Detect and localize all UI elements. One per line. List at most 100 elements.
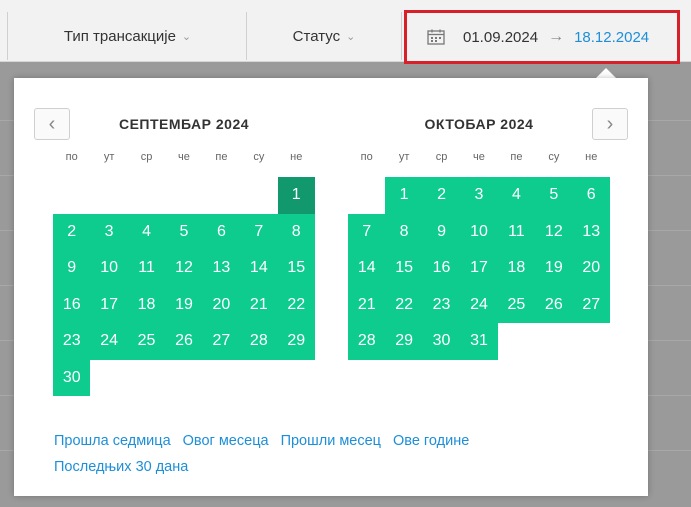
- weekday-label: ут: [398, 151, 410, 163]
- day-cell[interactable]: 11: [127, 250, 166, 287]
- popup-caret: [596, 68, 616, 78]
- weekday-label: по: [65, 151, 78, 163]
- day-cell[interactable]: 30: [422, 323, 461, 360]
- calendar-icon: [427, 29, 445, 45]
- day-cell[interactable]: 9: [422, 213, 461, 250]
- day-cell[interactable]: 3: [460, 177, 498, 214]
- day-cell[interactable]: 25: [497, 286, 536, 323]
- empty-day-cell: [165, 177, 202, 214]
- day-cell[interactable]: 12: [535, 213, 573, 250]
- day-cell[interactable]: 23: [53, 323, 91, 360]
- day-cell[interactable]: 16: [422, 250, 461, 287]
- day-cell[interactable]: 5: [165, 213, 203, 250]
- day-cell[interactable]: 25: [127, 323, 166, 360]
- day-cell[interactable]: 12: [165, 250, 203, 287]
- day-cell[interactable]: 22: [385, 286, 423, 323]
- date-range-picker[interactable]: 01.09.2024 → 18.12.2024: [404, 10, 680, 64]
- day-cell[interactable]: 27: [572, 286, 610, 323]
- empty-day-cell: [203, 177, 240, 214]
- day-cell[interactable]: 28: [240, 323, 278, 360]
- status-label: Статус: [292, 27, 341, 45]
- preset-link[interactable]: Последњих 30 дана: [54, 459, 188, 475]
- day-cell[interactable]: 31: [460, 323, 498, 360]
- day-cell[interactable]: 24: [460, 286, 498, 323]
- day-cell[interactable]: 20: [572, 250, 610, 287]
- day-cell[interactable]: 13: [202, 250, 241, 287]
- day-cell[interactable]: 29: [385, 323, 423, 360]
- weekday-label: су: [548, 151, 560, 163]
- day-cell[interactable]: 9: [53, 250, 91, 287]
- day-cell[interactable]: 18: [127, 286, 166, 323]
- day-cell[interactable]: 6: [202, 213, 241, 250]
- preset-link[interactable]: Овог месеца: [183, 433, 269, 449]
- weekday-label: пе: [510, 151, 523, 163]
- day-cell[interactable]: 21: [240, 286, 278, 323]
- day-cell[interactable]: 28: [348, 323, 386, 360]
- weekday-header: по ут ср че пе су не: [348, 151, 610, 163]
- empty-day-cell: [348, 177, 385, 214]
- transaction-type-label: Тип трансакције: [63, 27, 176, 45]
- day-cell[interactable]: 4: [497, 177, 536, 214]
- day-cell[interactable]: 7: [240, 213, 278, 250]
- date-range-start[interactable]: 01.09.2024: [463, 29, 538, 46]
- day-grid: 1 2 3 4 5 6 7 8 9 10 11 12 13 14 15 16 17 18 19 20 21 22 23 24 2…: [348, 177, 610, 360]
- day-cell[interactable]: 5: [535, 177, 573, 214]
- chevron-down-icon: ⌄: [346, 30, 356, 43]
- day-cell[interactable]: 24: [90, 323, 128, 360]
- day-cell[interactable]: 26: [535, 286, 573, 323]
- day-cell[interactable]: 21: [348, 286, 386, 323]
- weekday-label: не: [585, 151, 598, 163]
- day-cell[interactable]: 17: [90, 286, 128, 323]
- day-cell[interactable]: 2: [53, 213, 91, 250]
- weekday-label: по: [360, 151, 373, 163]
- day-cell[interactable]: 20: [202, 286, 241, 323]
- day-cell[interactable]: 4: [127, 213, 166, 250]
- weekday-label: че: [473, 151, 485, 163]
- weekday-label: пе: [215, 151, 228, 163]
- day-cell[interactable]: 18: [497, 250, 536, 287]
- day-cell[interactable]: 7: [348, 213, 386, 250]
- weekday-label: че: [178, 151, 190, 163]
- day-cell[interactable]: 14: [348, 250, 386, 287]
- day-cell[interactable]: 15: [277, 250, 315, 287]
- range-start-day[interactable]: 1: [277, 177, 315, 214]
- preset-link[interactable]: Прошла седмица: [54, 433, 171, 449]
- day-cell[interactable]: 22: [277, 286, 315, 323]
- arrow-right-icon: →: [548, 28, 565, 45]
- day-cell[interactable]: 17: [460, 250, 498, 287]
- day-cell[interactable]: 10: [460, 213, 498, 250]
- day-cell[interactable]: 19: [165, 286, 203, 323]
- preset-link[interactable]: Ове године: [393, 433, 469, 449]
- filter-bar: Тип трансакције ⌄ Статус ⌄ 01.09.2024 → …: [0, 0, 691, 64]
- weekday-header: по ут ср че пе су не: [53, 151, 315, 163]
- weekday-label: ср: [140, 151, 153, 163]
- day-cell[interactable]: 8: [385, 213, 423, 250]
- preset-ranges: Прошла седмица Овог месеца Прошли месец Ове…: [54, 428, 594, 480]
- day-cell[interactable]: 29: [277, 323, 315, 360]
- day-cell[interactable]: 1: [385, 177, 423, 214]
- day-cell[interactable]: 27: [202, 323, 241, 360]
- day-cell[interactable]: 13: [572, 213, 610, 250]
- day-cell[interactable]: 16: [53, 286, 91, 323]
- day-cell[interactable]: 11: [497, 213, 536, 250]
- day-cell[interactable]: 14: [240, 250, 278, 287]
- day-cell[interactable]: 2: [422, 177, 461, 214]
- preset-link[interactable]: Прошли месец: [281, 433, 381, 449]
- transaction-type-filter[interactable]: Тип трансакције ⌄: [9, 12, 247, 60]
- month-title: ОКТОБАР 2024: [424, 116, 534, 132]
- day-cell[interactable]: 30: [53, 359, 91, 396]
- weekday-label: ср: [435, 151, 448, 163]
- status-filter[interactable]: Статус ⌄: [247, 12, 402, 60]
- date-range-end[interactable]: 18.12.2024: [574, 29, 649, 46]
- day-cell[interactable]: 8: [277, 213, 315, 250]
- filter-bar-left-edge: [0, 12, 8, 60]
- day-cell[interactable]: 19: [535, 250, 573, 287]
- empty-day-cell: [90, 177, 127, 214]
- day-cell[interactable]: 10: [90, 250, 128, 287]
- day-cell[interactable]: 3: [90, 213, 128, 250]
- weekday-label: не: [290, 151, 303, 163]
- day-cell[interactable]: 15: [385, 250, 423, 287]
- day-cell[interactable]: 26: [165, 323, 203, 360]
- day-cell[interactable]: 6: [572, 177, 610, 214]
- day-cell[interactable]: 23: [422, 286, 461, 323]
